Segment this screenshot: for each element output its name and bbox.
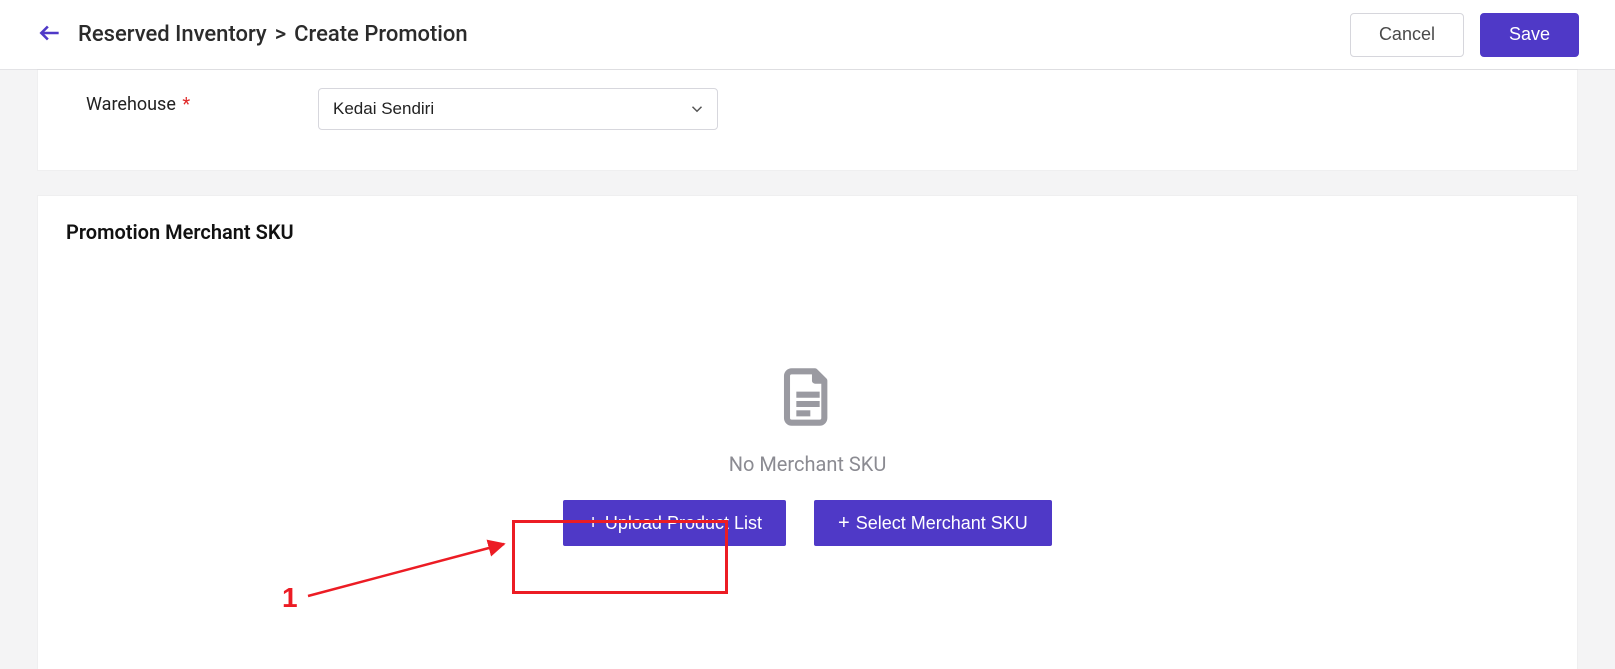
sku-card-title: Promotion Merchant SKU — [66, 220, 1549, 244]
upload-product-list-label: Upload Product List — [605, 513, 762, 534]
required-mark: * — [182, 94, 190, 115]
breadcrumb-prev[interactable]: Reserved Inventory — [78, 22, 267, 47]
page-header: Reserved Inventory > Create Promotion Ca… — [0, 0, 1615, 70]
back-button[interactable] — [36, 21, 64, 49]
select-merchant-sku-button[interactable]: + Select Merchant SKU — [814, 500, 1052, 546]
cancel-button[interactable]: Cancel — [1350, 13, 1464, 57]
plus-icon: + — [838, 513, 850, 533]
warehouse-label-text: Warehouse — [86, 94, 176, 115]
header-actions: Cancel Save — [1350, 13, 1579, 57]
breadcrumb-sep: > — [275, 22, 286, 47]
file-text-icon — [780, 366, 836, 432]
warehouse-card: Warehouse * — [38, 70, 1577, 170]
arrow-left-icon — [37, 20, 63, 49]
header-left: Reserved Inventory > Create Promotion — [36, 21, 468, 49]
breadcrumb: Reserved Inventory > Create Promotion — [78, 22, 468, 47]
warehouse-row: Warehouse * — [86, 88, 1529, 130]
upload-product-list-button[interactable]: + Upload Product List — [563, 500, 786, 546]
sku-empty-actions: + Upload Product List + Select Merchant … — [563, 500, 1052, 546]
sku-empty-text: No Merchant SKU — [729, 452, 887, 476]
warehouse-select[interactable] — [318, 88, 718, 130]
warehouse-label: Warehouse * — [86, 88, 318, 115]
sku-card: Promotion Merchant SKU No Merchant SKU +… — [38, 196, 1577, 669]
select-merchant-sku-label: Select Merchant SKU — [856, 513, 1028, 534]
sku-empty-state: No Merchant SKU + Upload Product List + … — [38, 366, 1577, 546]
warehouse-select-wrap — [318, 88, 718, 130]
breadcrumb-current: Create Promotion — [294, 22, 468, 47]
plus-icon: + — [587, 513, 599, 533]
save-button[interactable]: Save — [1480, 13, 1579, 57]
